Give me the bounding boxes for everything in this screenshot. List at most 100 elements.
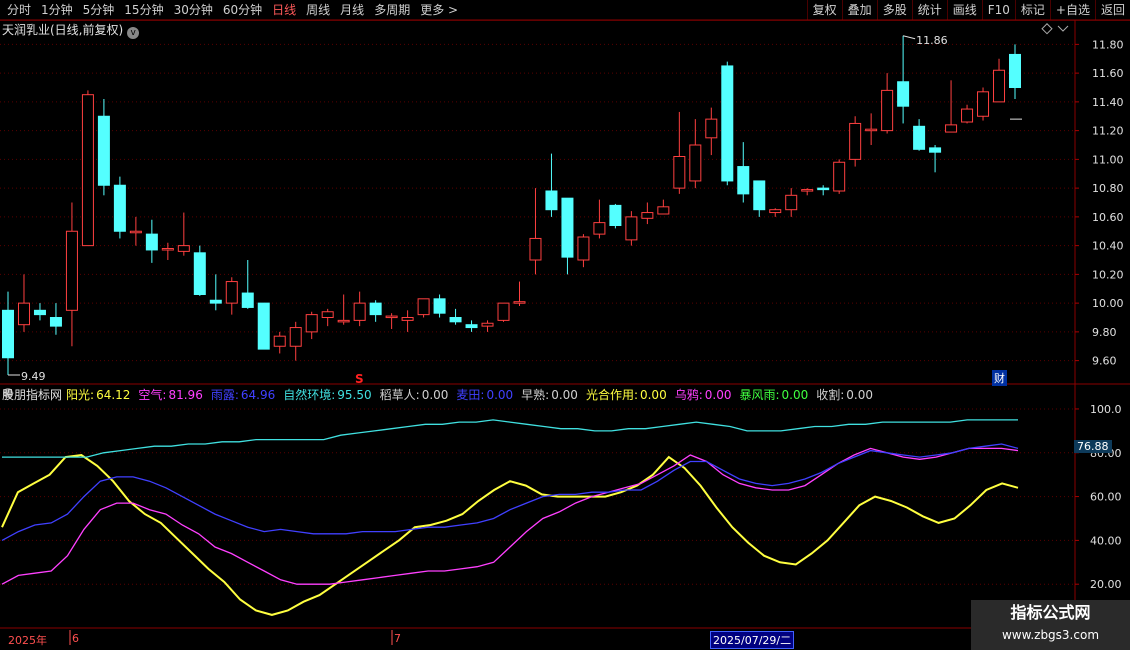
indicator-item: 雨露: 64.96 xyxy=(210,388,276,402)
candle-body xyxy=(929,147,942,153)
candle-body xyxy=(481,322,494,327)
indicator-item: 阳光: 64.12 xyxy=(66,388,131,402)
indicator-line-阳光 xyxy=(1,453,1019,616)
watermark-title: 指标公式网 xyxy=(1010,603,1091,622)
indicator-name[interactable]: 股朋指标网 xyxy=(2,388,62,402)
candle-body xyxy=(401,317,414,321)
candle-body xyxy=(337,319,350,323)
candle-body xyxy=(33,309,46,316)
indicator-current-value: 76.88 xyxy=(1074,440,1112,453)
candle-body xyxy=(913,125,926,150)
candle-body xyxy=(561,197,574,258)
candle-body xyxy=(513,301,526,304)
candle-body xyxy=(801,189,814,192)
candle-body xyxy=(161,248,174,251)
candle-body xyxy=(945,124,958,133)
finance-badge[interactable]: 财 xyxy=(992,370,1007,386)
indicator-item: 乌鸦: 0.00 xyxy=(674,388,732,402)
candle-body xyxy=(353,302,366,321)
timeline-year: 2025年 xyxy=(8,634,47,647)
candle-body xyxy=(993,69,1006,103)
candle-body xyxy=(417,298,430,316)
candle-body xyxy=(721,65,734,182)
candle-body xyxy=(545,190,558,211)
candle-body xyxy=(65,230,78,311)
candle-body xyxy=(625,216,638,241)
indicator-tick-label: 60.00 xyxy=(1090,491,1122,504)
candle-body xyxy=(705,118,718,139)
price-tick-label: 10.40 xyxy=(1092,240,1124,253)
indicator-item: 自然环境: 95.50 xyxy=(283,388,372,402)
candle-body xyxy=(961,108,974,123)
candle-body xyxy=(817,187,830,191)
watermark-url: www.zbgs3.com xyxy=(1001,628,1100,642)
price-tick-label: 9.60 xyxy=(1092,355,1117,368)
candle-body xyxy=(769,209,782,214)
candle-body xyxy=(641,212,654,219)
candle-body xyxy=(657,206,670,215)
price-tick-label: 9.80 xyxy=(1092,326,1117,339)
candle-body xyxy=(881,89,894,132)
indicator-item: 暴风雨: 0.00 xyxy=(739,388,809,402)
candle-body xyxy=(305,314,318,333)
watermark: 指标公式网 www.zbgs3.com xyxy=(971,600,1130,650)
candle-body xyxy=(737,166,750,195)
candle-body xyxy=(689,144,702,182)
candle-body xyxy=(593,222,606,235)
price-tick-label: 11.40 xyxy=(1092,96,1124,109)
sell-signal: S xyxy=(355,372,364,386)
candle-body xyxy=(609,204,622,226)
candle-body xyxy=(49,317,62,327)
candle-body xyxy=(433,298,446,314)
candle-body xyxy=(129,230,142,234)
candle-body xyxy=(897,81,910,107)
indicator-item: 早熟: 0.00 xyxy=(521,388,578,402)
indicator-item: 光合作用: 0.00 xyxy=(585,388,667,402)
indicator-item: 麦田: 0.00 xyxy=(456,388,514,402)
indicator-item: 稻草人: 0.00 xyxy=(379,388,449,402)
candle-body xyxy=(385,315,398,319)
candle-body xyxy=(529,237,542,261)
indicator-line-雨露 xyxy=(1,443,1019,541)
indicator-header: 股朋指标网 阳光: 64.12 空气: 81.96 雨露: 64.96 自然环境: 95.50 稻… xyxy=(2,386,881,403)
price-tick-label: 11.00 xyxy=(1092,153,1124,166)
candle-body xyxy=(241,292,254,308)
candle-body xyxy=(177,245,190,252)
candle-body xyxy=(225,281,238,304)
candle-body xyxy=(673,156,686,189)
low-label: 9.49 xyxy=(21,370,46,383)
price-tick-label: 10.60 xyxy=(1092,211,1124,224)
timeline-month-6: 6 xyxy=(72,632,79,645)
chart-canvas[interactable]: 11.80 11.60 11.40 11.20 11.00 10.80 10.60 10.40… xyxy=(0,0,1130,650)
candle-body xyxy=(369,302,382,316)
candle-body xyxy=(17,302,30,326)
candle-body xyxy=(849,122,862,160)
candle-body xyxy=(2,309,14,359)
indicator-item: 收割: 0.00 xyxy=(816,388,873,402)
candle-body xyxy=(97,115,110,186)
indicator-tick-label: 20.00 xyxy=(1090,578,1122,591)
indicator-tick-label: 40.00 xyxy=(1090,534,1122,547)
candle-body xyxy=(289,327,302,347)
high-marker xyxy=(902,35,916,40)
timeline-bar: 2025年 6 7 xyxy=(0,630,1130,650)
candle-body xyxy=(193,252,206,295)
price-tick-label: 11.20 xyxy=(1092,125,1124,138)
candle-body xyxy=(833,161,846,192)
chevron-down-icon xyxy=(1057,25,1069,32)
candle-body xyxy=(449,317,462,323)
timeline-month-7: 7 xyxy=(394,632,401,645)
high-label: 11.86 xyxy=(916,34,948,47)
candle-body xyxy=(209,299,222,304)
candle-body xyxy=(81,94,94,247)
cursor-date: 2025/07/29/二 xyxy=(710,631,795,649)
diamond-icon xyxy=(1041,23,1053,35)
candle-body xyxy=(753,180,766,211)
candle-body xyxy=(785,194,798,211)
candle-body xyxy=(1009,53,1021,88)
indicator-line-自然环境 xyxy=(2,419,1018,458)
price-tick-label: 11.80 xyxy=(1092,38,1124,51)
price-tick-label: 10.00 xyxy=(1092,297,1124,310)
price-tick-label: 10.20 xyxy=(1092,268,1124,281)
candle-body xyxy=(145,233,158,251)
